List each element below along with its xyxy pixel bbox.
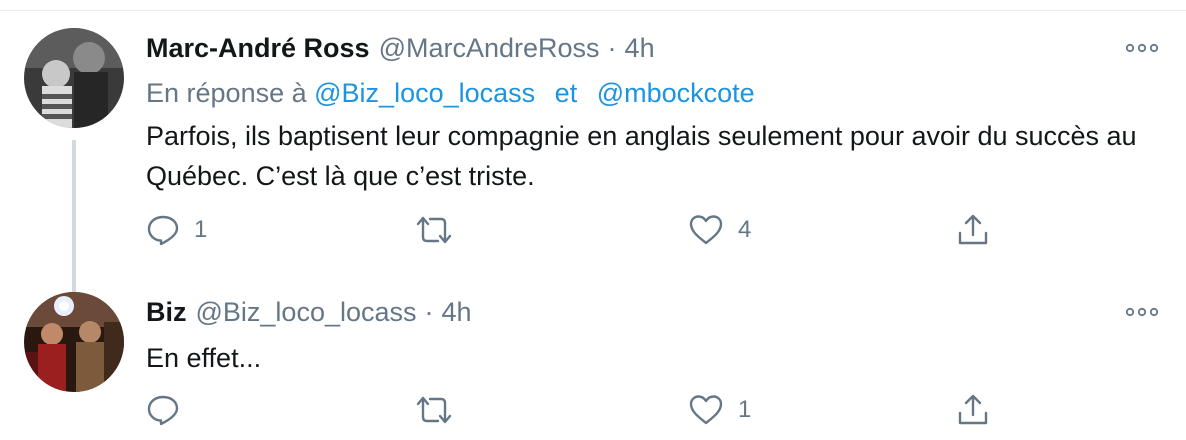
tweet-marcandreross[interactable]: Marc-André Ross @MarcAndreRoss · 4h En r… — [0, 24, 1186, 298]
mention-biz[interactable]: @Biz_loco_locass — [314, 78, 535, 108]
heart-icon — [689, 395, 723, 425]
tweet-actions: 1 — [146, 388, 1006, 432]
tweet-header: Marc-André Ross @MarcAndreRoss · 4h — [146, 24, 1162, 72]
retweet-icon — [416, 396, 452, 424]
tweet-actions: 1 4 — [146, 208, 1006, 252]
tweet-text: En effet... — [146, 343, 262, 373]
retweet-button[interactable] — [414, 388, 468, 432]
user-handle[interactable]: @Biz_loco_locass — [196, 297, 417, 328]
share-button[interactable] — [956, 388, 990, 432]
retweet-button[interactable] — [414, 208, 468, 252]
like-count: 1 — [738, 396, 752, 423]
heart-icon — [689, 215, 723, 245]
tweet-content: Marc-André Ross @MarcAndreRoss · 4h En r… — [146, 24, 1162, 196]
timestamp[interactable]: 4h — [625, 33, 655, 64]
display-name[interactable]: Biz — [146, 297, 187, 328]
more-icon[interactable] — [1124, 38, 1160, 58]
reply-context: En réponse à @Biz_loco_locass et @mbockc… — [146, 72, 1162, 114]
top-divider — [0, 0, 1186, 11]
like-button[interactable]: 4 — [688, 208, 751, 252]
avatar[interactable] — [24, 292, 124, 392]
like-count: 4 — [738, 216, 752, 243]
display-name[interactable]: Marc-André Ross — [146, 33, 370, 64]
reply-icon — [147, 395, 179, 426]
separator-dot: · — [424, 296, 434, 327]
tweet-biz[interactable]: Biz @Biz_loco_locass · 4h En effet... 1 — [0, 288, 1186, 440]
reply-joiner: et — [554, 78, 578, 108]
user-handle[interactable]: @MarcAndreRoss — [379, 33, 600, 64]
separator-dot: · — [607, 32, 617, 63]
more-icon[interactable] — [1124, 302, 1160, 322]
retweet-icon — [416, 216, 452, 244]
reply-button[interactable] — [146, 388, 194, 432]
like-button[interactable]: 1 — [688, 388, 751, 432]
tweet-header: Biz @Biz_loco_locass · 4h — [146, 288, 1162, 336]
tweet-text: Parfois, ils baptisent leur compagnie en… — [146, 121, 1137, 191]
share-button[interactable] — [956, 208, 990, 252]
reply-button[interactable]: 1 — [146, 208, 207, 252]
avatar[interactable] — [24, 28, 124, 128]
reply-prefix: En réponse à — [146, 78, 307, 108]
mention-mbockcote[interactable]: @mbockcote — [597, 78, 755, 108]
tweet-content: Biz @Biz_loco_locass · 4h En effet... — [146, 288, 1162, 378]
timestamp[interactable]: 4h — [442, 297, 472, 328]
share-icon — [958, 394, 988, 425]
reply-count: 1 — [194, 216, 208, 243]
reply-icon — [147, 215, 179, 246]
thread-line — [72, 140, 76, 298]
share-icon — [958, 214, 988, 245]
